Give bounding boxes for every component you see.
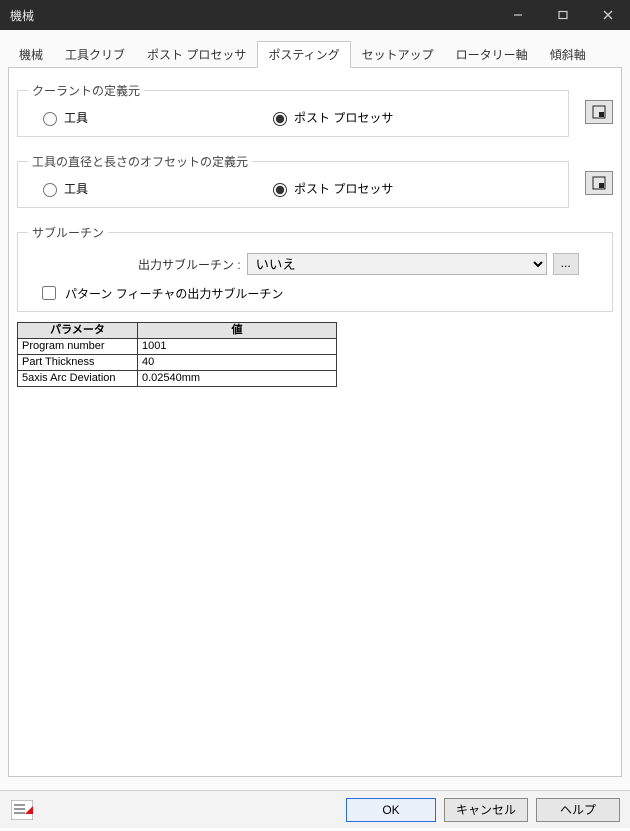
group-coolant: クーラントの定義元 工具 ポスト プロセッサ <box>17 82 569 137</box>
group-offset-legend: 工具の直径と長さのオフセットの定義元 <box>28 153 252 170</box>
tab-tilt-axis[interactable]: 傾斜軸 <box>539 41 597 68</box>
tab-rotary-axis[interactable]: ロータリー軸 <box>445 41 539 68</box>
coolant-radio-post-input[interactable] <box>273 112 287 126</box>
offset-radio-post-label: ポスト プロセッサ <box>294 180 393 197</box>
title-bar: 機械 <box>0 0 630 30</box>
offset-radio-post[interactable]: ポスト プロセッサ <box>268 180 393 197</box>
close-button[interactable] <box>585 0 630 30</box>
pattern-feature-checkbox-label: パターン フィーチャの出力サブルーチン <box>65 285 283 302</box>
cancel-button[interactable]: キャンセル <box>444 798 528 822</box>
tab-bar: 機械 工具クリブ ポスト プロセッサ ポスティング セットアップ ロータリー軸 … <box>0 30 630 67</box>
dialog-button-bar: OK キャンセル ヘルプ <box>0 790 630 828</box>
output-subroutine-browse-button[interactable]: ... <box>553 253 579 275</box>
tab-posting[interactable]: ポスティング <box>257 41 350 68</box>
coolant-radio-tool-input[interactable] <box>43 112 57 126</box>
table-header-param: パラメータ <box>18 323 138 339</box>
output-subroutine-select[interactable]: いいえ <box>247 253 547 275</box>
param-name-cell: 5axis Arc Deviation <box>18 371 138 387</box>
pattern-feature-checkbox[interactable] <box>42 286 56 300</box>
offset-radio-tool[interactable]: 工具 <box>38 180 268 197</box>
output-subroutine-label: 出力サブルーチン : <box>138 256 241 273</box>
coolant-radio-tool-label: 工具 <box>64 109 88 126</box>
table-row[interactable]: Program number 1001 <box>18 339 337 355</box>
group-subroutine-legend: サブルーチン <box>28 224 108 241</box>
coolant-radio-post[interactable]: ポスト プロセッサ <box>268 109 393 126</box>
param-value-cell[interactable]: 1001 <box>138 339 337 355</box>
ok-button[interactable]: OK <box>346 798 436 822</box>
tab-setup[interactable]: セットアップ <box>351 41 445 68</box>
coolant-radio-post-label: ポスト プロセッサ <box>294 109 393 126</box>
offset-radio-post-input[interactable] <box>273 183 287 197</box>
group-offset: 工具の直径と長さのオフセットの定義元 工具 ポスト プロセッサ <box>17 153 569 208</box>
table-header-row: パラメータ 値 <box>18 323 337 339</box>
parameters-table: パラメータ 値 Program number 1001 Part Thickne… <box>17 322 337 387</box>
param-value-cell[interactable]: 0.02540mm <box>138 371 337 387</box>
param-name-cell: Part Thickness <box>18 355 138 371</box>
group-coolant-legend: クーラントの定義元 <box>28 82 144 99</box>
tab-panel-posting: クーラントの定義元 工具 ポスト プロセッサ 工具の直 <box>8 67 622 777</box>
coolant-config-button[interactable] <box>585 100 613 124</box>
table-header-value: 値 <box>138 323 337 339</box>
window-title: 機械 <box>10 7 495 24</box>
offset-radio-tool-label: 工具 <box>64 180 88 197</box>
help-button[interactable]: ヘルプ <box>536 798 620 822</box>
offset-radio-tool-input[interactable] <box>43 183 57 197</box>
client-area: 機械 工具クリブ ポスト プロセッサ ポスティング セットアップ ロータリー軸 … <box>0 30 630 790</box>
tab-post-proc[interactable]: ポスト プロセッサ <box>136 41 257 68</box>
maximize-button[interactable] <box>540 0 585 30</box>
param-value-cell[interactable]: 40 <box>138 355 337 371</box>
table-row[interactable]: Part Thickness 40 <box>18 355 337 371</box>
corner-app-icon[interactable] <box>10 799 34 821</box>
minimize-button[interactable] <box>495 0 540 30</box>
table-row[interactable]: 5axis Arc Deviation 0.02540mm <box>18 371 337 387</box>
offset-config-button[interactable] <box>585 171 613 195</box>
param-name-cell: Program number <box>18 339 138 355</box>
tab-tool-crib[interactable]: 工具クリブ <box>54 41 136 68</box>
group-subroutine: サブルーチン 出力サブルーチン : いいえ ... パターン フィーチャの出力サ… <box>17 224 613 312</box>
tab-machine[interactable]: 機械 <box>8 41 54 68</box>
coolant-radio-tool[interactable]: 工具 <box>38 109 268 126</box>
